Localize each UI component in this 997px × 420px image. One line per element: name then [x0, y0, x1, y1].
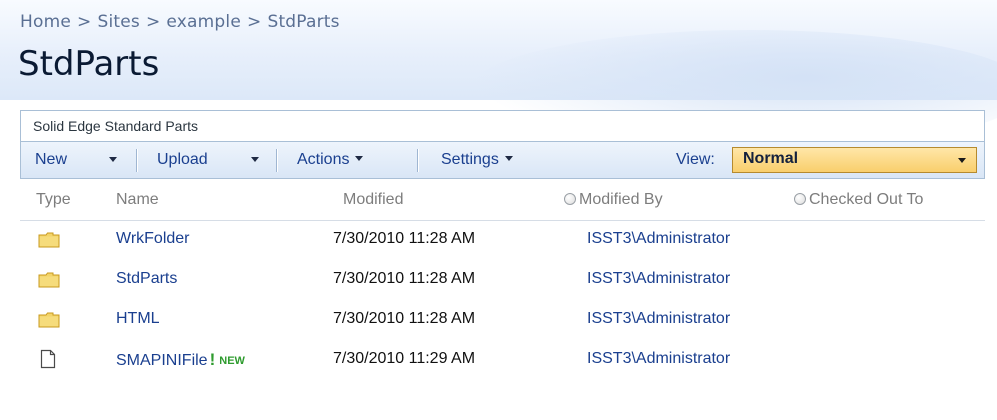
column-header-type[interactable]: Type — [36, 191, 71, 209]
radio-icon — [564, 193, 576, 205]
actions-label: Actions — [297, 151, 350, 168]
item-name-link[interactable]: HTML — [116, 310, 160, 328]
chevron-down-icon — [355, 156, 364, 162]
list-description-bar: Solid Edge Standard Parts — [20, 110, 985, 141]
view-selected-value: Normal — [743, 150, 799, 167]
list-toolbar: New Upload Actions Settings View: Normal — [20, 141, 985, 179]
column-header-checked-out-to[interactable]: Checked Out To — [794, 191, 923, 209]
radio-icon — [794, 193, 806, 205]
column-header-modified-by[interactable]: Modified By — [564, 191, 663, 209]
toolbar-divider — [276, 149, 277, 172]
column-headers: Type Name Modified Modified By Checked O… — [20, 180, 985, 221]
folder-icon — [38, 272, 60, 288]
item-modified: 7/30/2010 11:28 AM — [333, 310, 476, 327]
item-name-cell: SMAPINIFile! NEW — [116, 350, 245, 370]
item-modified-by-link[interactable]: ISST3\Administrator — [587, 310, 730, 328]
item-name-link[interactable]: SMAPINIFile — [116, 352, 208, 369]
chevron-down-icon — [958, 158, 966, 163]
breadcrumb-separator: > — [145, 12, 161, 32]
upload-menu-button[interactable]: Upload — [157, 142, 208, 178]
item-modified: 7/30/2010 11:28 AM — [333, 230, 476, 247]
item-modified-by-link[interactable]: ISST3\Administrator — [587, 230, 730, 248]
item-modified: 7/30/2010 11:29 AM — [333, 350, 476, 367]
document-library-panel: Solid Edge Standard Parts New Upload Act… — [20, 110, 985, 415]
table-row: HTML 7/30/2010 11:28 AM ISST3\Administra… — [20, 300, 985, 340]
file-icon — [40, 349, 56, 369]
folder-icon — [38, 232, 60, 248]
breadcrumb-example[interactable]: example — [166, 12, 241, 32]
view-select[interactable]: Normal — [732, 147, 977, 173]
view-label: View: — [676, 151, 715, 168]
toolbar-divider — [417, 149, 418, 172]
list-description: Solid Edge Standard Parts — [33, 118, 198, 134]
item-modified: 7/30/2010 11:28 AM — [333, 270, 476, 287]
breadcrumb-home[interactable]: Home — [20, 12, 71, 32]
settings-label: Settings — [441, 151, 499, 168]
breadcrumb: Home > Sites > example > StdParts — [20, 12, 340, 32]
new-item-mark: ! — [209, 350, 216, 369]
item-name-link[interactable]: StdParts — [116, 270, 177, 288]
column-header-modified-by-label: Modified By — [579, 191, 663, 208]
new-item-badge: NEW — [219, 355, 245, 367]
item-modified-by-link[interactable]: ISST3\Administrator — [587, 270, 730, 288]
breadcrumb-current: StdParts — [267, 12, 340, 32]
table-row: StdParts 7/30/2010 11:28 AM ISST3\Admini… — [20, 260, 985, 300]
table-row: WrkFolder 7/30/2010 11:28 AM ISST3\Admin… — [20, 220, 985, 260]
settings-menu-button[interactable]: Settings — [441, 142, 513, 178]
toolbar-divider — [136, 149, 137, 172]
item-name-link[interactable]: WrkFolder — [116, 230, 190, 248]
chevron-down-icon — [504, 156, 513, 162]
chevron-down-icon[interactable] — [251, 157, 259, 162]
chevron-down-icon[interactable] — [109, 157, 117, 162]
folder-icon — [38, 312, 60, 328]
table-row: SMAPINIFile! NEW 7/30/2010 11:29 AM ISST3… — [20, 340, 985, 380]
new-menu-button[interactable]: New — [35, 142, 67, 178]
breadcrumb-sites[interactable]: Sites — [97, 12, 140, 32]
item-modified-by-link[interactable]: ISST3\Administrator — [587, 350, 730, 368]
new-label: New — [35, 151, 68, 168]
actions-menu-button[interactable]: Actions — [297, 142, 364, 178]
breadcrumb-separator: > — [247, 12, 262, 32]
upload-label: Upload — [157, 151, 208, 168]
page-title: StdParts — [18, 44, 160, 84]
column-header-modified[interactable]: Modified — [343, 191, 403, 209]
column-header-checked-out-to-label: Checked Out To — [809, 191, 924, 208]
column-header-name[interactable]: Name — [116, 191, 159, 209]
breadcrumb-separator: > — [77, 12, 92, 32]
